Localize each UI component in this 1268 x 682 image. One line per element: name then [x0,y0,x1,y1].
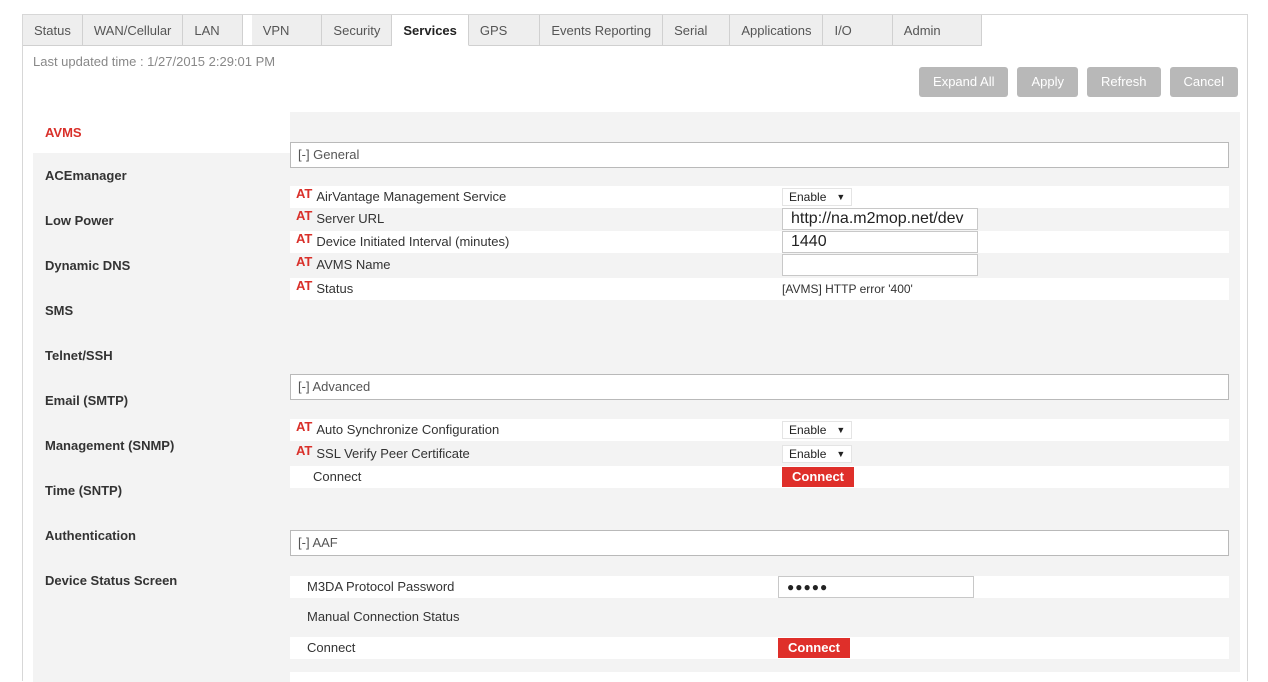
services-sidebar: AVMS ACEmanager Low Power Dynamic DNS SM… [33,112,290,682]
chevron-down-icon: ▼ [836,425,846,435]
sidebar-item-time-sntp[interactable]: Time (SNTP) [33,468,290,513]
expand-all-button[interactable]: Expand All [919,67,1009,97]
avms-name-input[interactable] [782,254,978,276]
sidebar-item-telnet-ssh[interactable]: Telnet/SSH [33,333,290,378]
server-url-input[interactable]: http://na.m2mop.net/dev [782,208,978,230]
sidebar-item-device-status-screen[interactable]: Device Status Screen [33,558,290,603]
settings-panel: [-] General AT AirVantage Management Serv… [290,112,1240,672]
setting-label: Auto Synchronize Configuration [316,422,500,437]
tab-serial[interactable]: Serial [663,15,731,46]
chevron-down-icon: ▼ [836,192,846,202]
sidebar-item-authentication[interactable]: Authentication [33,513,290,558]
setting-label: SSL Verify Peer Certificate [316,446,470,461]
cancel-button[interactable]: Cancel [1169,67,1238,97]
setting-label: Connect [307,640,356,655]
toolbar: Expand All Apply Refresh Cancel [919,67,1238,97]
tab-security[interactable]: Security [322,15,393,46]
sidebar-item-email-smtp[interactable]: Email (SMTP) [33,378,290,423]
at-command-marker: AT [296,419,313,434]
tab-applications[interactable]: Applications [730,15,824,46]
setting-label: Manual Connection Status [307,609,460,624]
tab-events-reporting[interactable]: Events Reporting [540,15,664,46]
setting-label: Device Initiated Interval (minutes) [316,234,510,249]
tab-wan-cellular[interactable]: WAN/Cellular [82,15,184,46]
setting-row-device-interval: AT Device Initiated Interval (minutes) 14… [290,231,1229,253]
sidebar-item-management-snmp[interactable]: Management (SNMP) [33,423,290,468]
at-command-marker: AT [296,443,313,458]
airvantage-service-select[interactable]: Enable ▼ [782,188,853,206]
aaf-connect-button[interactable]: Connect [778,638,850,658]
section-aaf-header[interactable]: [-] AAF [290,530,1229,556]
tab-status[interactable]: Status [23,15,83,46]
at-command-marker: AT [296,186,313,201]
sidebar-item-acemanager[interactable]: ACEmanager [33,153,290,198]
last-updated-text: Last updated time : 1/27/2015 2:29:01 PM [33,54,276,69]
setting-row-status: AT Status [AVMS] HTTP error '400' [290,278,1229,300]
sidebar-item-sms[interactable]: SMS [33,288,290,333]
section-advanced-header[interactable]: [-] Advanced [290,374,1229,400]
sidebar-item-low-power[interactable]: Low Power [33,198,290,243]
sidebar-item-avms[interactable]: AVMS [33,112,290,153]
chevron-down-icon: ▼ [836,449,846,459]
tab-services[interactable]: Services [392,15,469,46]
app-frame: Status WAN/Cellular LAN VPN Security Ser… [22,14,1248,682]
setting-label: Server URL [316,211,385,226]
at-command-marker: AT [296,208,313,223]
setting-row-avms-name: AT AVMS Name [290,254,1229,276]
auto-sync-select[interactable]: Enable ▼ [782,421,853,439]
setting-row-server-url: AT Server URL http://na.m2mop.net/dev [290,208,1229,230]
refresh-button[interactable]: Refresh [1087,67,1161,97]
setting-row-connect-aaf: Connect Connect [290,637,1229,659]
m3da-password-input[interactable]: ●●●●● [778,576,974,598]
section-general-header[interactable]: [-] General [290,142,1229,168]
setting-label: Connect [313,469,362,484]
apply-button[interactable]: Apply [1017,67,1078,97]
setting-row-airvantage-service: AT AirVantage Management Service Enable ▼ [290,186,1229,208]
avms-connect-button[interactable]: Connect [782,467,854,487]
at-command-marker: AT [296,278,313,293]
avms-status-value: [AVMS] HTTP error '400' [782,282,913,296]
setting-row-connect-avms: Connect Connect [290,466,1229,488]
tab-io[interactable]: I/O [823,15,893,46]
at-command-marker: AT [296,254,313,269]
setting-row-m3da-password: M3DA Protocol Password ●●●●● [290,576,1229,598]
setting-label: AirVantage Management Service [316,189,507,204]
sidebar-item-dynamic-dns[interactable]: Dynamic DNS [33,243,290,288]
tab-admin[interactable]: Admin [892,15,982,46]
device-interval-input[interactable]: 1440 [782,231,978,253]
main-tab-bar: Status WAN/Cellular LAN VPN Security Ser… [23,15,982,46]
setting-row-ssl-verify: AT SSL Verify Peer Certificate Enable ▼ [290,443,1229,465]
setting-row-manual-connection-status: Manual Connection Status [290,606,1229,628]
ssl-verify-select[interactable]: Enable ▼ [782,445,853,463]
tab-vpn[interactable]: VPN [251,15,323,46]
setting-label: AVMS Name [316,257,391,272]
setting-label: M3DA Protocol Password [307,579,455,594]
setting-row-auto-sync: AT Auto Synchronize Configuration Enable ▼ [290,419,1229,441]
setting-label: Status [316,281,354,296]
tab-lan[interactable]: LAN [183,15,243,46]
at-command-marker: AT [296,231,313,246]
tab-gps[interactable]: GPS [468,15,541,46]
